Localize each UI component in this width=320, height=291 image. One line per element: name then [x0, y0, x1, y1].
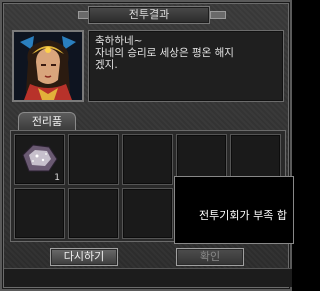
retry-button[interactable]: 다시하기 [50, 248, 118, 266]
npc-portrait [12, 30, 84, 102]
loot-slot[interactable] [122, 134, 173, 185]
dialog-line-3: 겠지. [95, 59, 118, 71]
loot-slot[interactable] [68, 188, 119, 239]
tooltip-popup: 전투기회가 부족 합 [174, 176, 294, 244]
dialog-line-2: 자네의 승리로 세상은 평온 해지 [95, 47, 234, 59]
battle-result-window: 전투결과 축하하네~ 자네의 승리로 세상은 평온 해지 겠지. 전리품 1 다… [0, 0, 292, 291]
window-title: 전투결과 [88, 6, 210, 24]
item-quantity: 1 [54, 173, 60, 183]
npc-portrait-image [14, 32, 82, 100]
loot-slot[interactable] [68, 134, 119, 185]
loot-slot[interactable] [122, 188, 173, 239]
loot-slot[interactable]: 1 [14, 134, 65, 185]
npc-dialog-box: 축하하네~ 자네의 승리로 세상은 평온 해지 겠지. [88, 30, 284, 102]
bottom-bar [4, 268, 292, 287]
tab-loot[interactable]: 전리품 [18, 112, 76, 131]
confirm-button[interactable]: 확인 [176, 248, 244, 266]
tooltip-text: 전투기회가 부족 합 [199, 209, 287, 222]
dialog-line-1: 축하하네~ [95, 35, 143, 47]
loot-slot[interactable] [14, 188, 65, 239]
ore-icon [22, 144, 58, 172]
title-right-ornament [210, 11, 226, 19]
